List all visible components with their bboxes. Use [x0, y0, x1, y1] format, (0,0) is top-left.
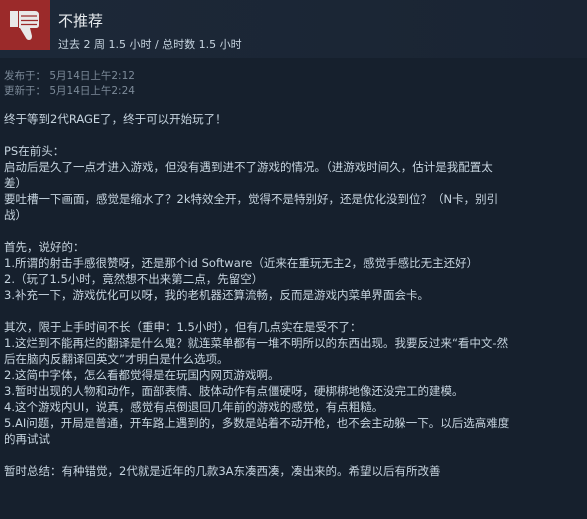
- review-line: 暂时总结：有种错觉，2代就是近年的几款3A东凑西凑，凑出来的。希望以后有所改善: [4, 464, 441, 478]
- review-line: 的再试试: [4, 432, 50, 446]
- updated-date: 更新于： 5月14日上午2:24: [4, 85, 135, 97]
- review-line: 终于等到2代RAGE了，终于可以开始玩了！: [4, 112, 227, 126]
- review-line: 3.补充一下，游戏优化可以呀，我的老机器还算流畅，反而是游戏内菜单界面会卡。: [4, 288, 429, 302]
- review-line: [4, 127, 584, 143]
- review-line: 5.AI问题，开局是普通，开车路上遇到的，多数是站着不动开枪，也不会主动躲一下。…: [4, 416, 510, 430]
- review-line: 2.这简中字体，怎么看都觉得是在玩国内网页游戏啊。: [4, 368, 280, 382]
- review-dates: 发布于： 5月14日上午2:12 更新于： 5月14日上午2:24: [4, 69, 135, 99]
- review-line: 其次，限于上手时间不长（重申：1.5小时），但有几点实在是受不了：: [4, 320, 362, 334]
- review-line: 1.这烂到不能再烂的翻译是什么鬼？就连菜单都有一堆不明所以的东西出现。我要反过来…: [4, 336, 509, 350]
- review-line: 3.暂时出现的人物和动作，面部表情、肢体动作有点僵硬呀，硬梆梆地像还没完工的建模…: [4, 384, 464, 398]
- review-line: PS在前头：: [4, 144, 65, 158]
- not-recommended-badge: [0, 0, 50, 50]
- review-line: 4.这个游戏内UI，说真，感觉有点倒退回几年前的游戏的感觉，有点粗糙。: [4, 400, 384, 414]
- posted-date: 发布于： 5月14日上午2:12: [4, 70, 135, 82]
- review-line: 差）: [4, 176, 27, 190]
- review-verdict: 不推荐: [58, 12, 104, 30]
- review-line: 启动后是久了一点才进入游戏，但没有遇到进不了游戏的情况。（进游戏时间久，估计是我…: [4, 160, 493, 174]
- review-line: 1.所谓的射击手感很赞呀，还是那个id Software（近来在重玩无主2，感觉…: [4, 256, 479, 270]
- review-line: 2.（玩了1.5小时，竟然想不出来第二点，先留空）: [4, 272, 264, 286]
- review-line: 首先，说好的：: [4, 240, 85, 254]
- review-header: 不推荐 过去 2 周 1.5 小时 / 总时数 1.5 小时: [0, 0, 587, 58]
- review-line: [4, 223, 584, 239]
- playtime-hours: 过去 2 周 1.5 小时 / 总时数 1.5 小时: [58, 38, 242, 51]
- review-line: [4, 447, 584, 463]
- review-line: 后在脑内反翻译回英文”才明白是什么选项。: [4, 352, 229, 366]
- review-body: 终于等到2代RAGE了，终于可以开始玩了！ PS在前头： 启动后是久了一点才进入游…: [4, 111, 584, 479]
- thumbs-down-icon: [10, 11, 39, 40]
- review-line: [4, 303, 584, 319]
- review-line: 战）: [4, 208, 27, 222]
- review-line: 要吐槽一下画面，感觉是缩水了？2k特效全开，觉得不是特别好，还是优化没到位？（N…: [4, 192, 499, 206]
